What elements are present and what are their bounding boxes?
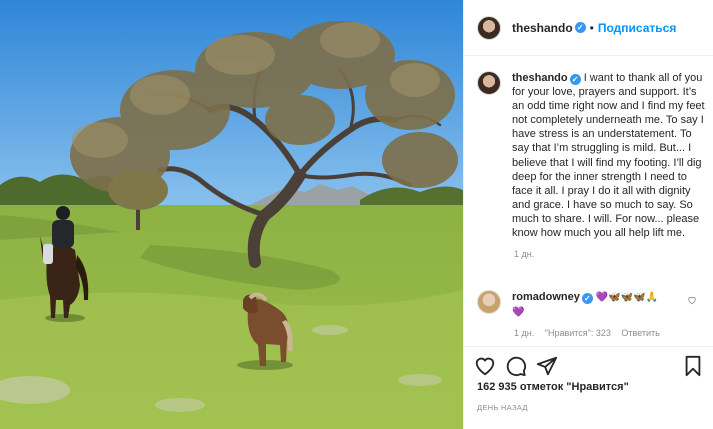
horses-in-field-image	[0, 0, 463, 429]
comment-emojis: 💜🦋🦋🦋🙏	[595, 292, 659, 303]
comment-username[interactable]: romadowney	[512, 291, 580, 303]
avatar[interactable]	[477, 71, 501, 95]
verified-badge-icon: ✓	[574, 22, 586, 33]
caption-username[interactable]: theshando	[512, 72, 568, 84]
caption-section: theshando ✓ I want to thank all of you fo…	[477, 71, 707, 259]
comment-like-heart-icon[interactable]	[687, 295, 697, 305]
verified-badge-icon: ✓	[581, 293, 593, 304]
reply-button[interactable]: Ответить	[621, 328, 659, 338]
bookmark-icon[interactable]	[682, 355, 704, 377]
post-photo[interactable]	[0, 0, 463, 429]
post-date[interactable]: ДЕНЬ НАЗАД	[477, 403, 528, 412]
caption: theshando ✓ I want to thank all of you fo…	[477, 71, 707, 240]
post-username[interactable]: theshando	[512, 21, 573, 35]
comment-body: romadowney ✓ 💜🦋🦋🦋🙏 💜	[512, 290, 690, 320]
comment-icon[interactable]	[505, 355, 527, 377]
follow-button[interactable]: Подписаться	[598, 21, 676, 35]
heart-icon[interactable]	[474, 355, 496, 377]
post-actions: 162 935 отметок "Нравится" ДЕНЬ НАЗАД	[464, 346, 713, 429]
action-icons	[474, 355, 567, 379]
paper-plane-icon[interactable]	[536, 355, 558, 377]
post-sidebar: theshando ✓ • Подписаться theshando ✓ I w…	[463, 0, 713, 429]
post-header: theshando ✓ • Подписаться	[464, 0, 713, 56]
likes-count[interactable]: 162 935 отметок "Нравится"	[477, 381, 629, 393]
separator-dot: •	[589, 20, 594, 35]
comment-age[interactable]: 1 дн.	[514, 328, 534, 338]
comment-likes[interactable]: "Нравится": 323	[545, 328, 611, 338]
avatar[interactable]	[477, 290, 501, 314]
caption-text-block: theshando ✓ I want to thank all of you fo…	[512, 71, 707, 240]
verified-badge-icon: ✓	[569, 74, 581, 85]
comment-emojis-line2: 💜	[512, 307, 525, 318]
comment-meta: 1 дн. "Нравится": 323 Ответить	[514, 328, 668, 338]
caption-age[interactable]: 1 дн.	[514, 249, 707, 259]
avatar[interactable]	[477, 15, 501, 40]
comment: romadowney ✓ 💜🦋🦋🦋🙏 💜	[477, 290, 707, 320]
caption-text: I want to thank all of you for your love…	[512, 72, 705, 240]
